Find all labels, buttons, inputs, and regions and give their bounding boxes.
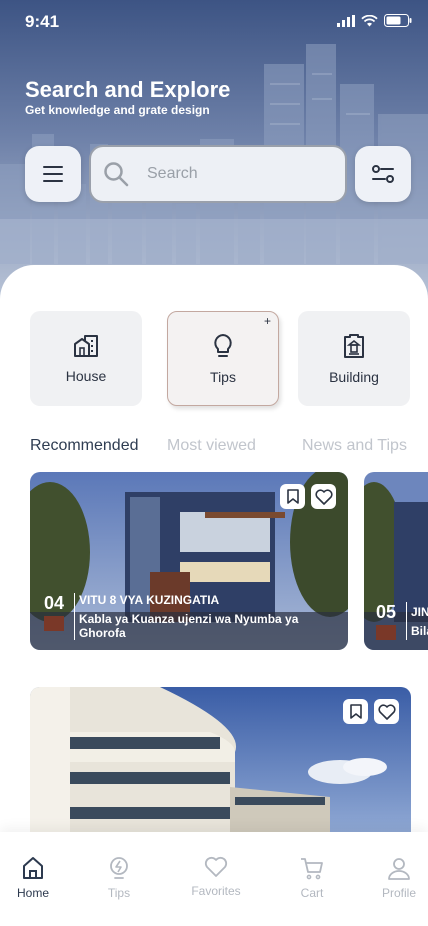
bottom-navigation: Home Tips Favorites Cart Profile <box>0 832 428 926</box>
bookmark-icon <box>349 704 362 719</box>
header-banner: 9:41 Search and Explore Get knowledge an… <box>0 0 428 300</box>
search-input[interactable] <box>147 165 327 183</box>
nav-cart[interactable]: Cart <box>282 856 342 900</box>
nav-profile[interactable]: Profile <box>369 856 428 900</box>
nav-label: Cart <box>300 886 324 900</box>
nav-tips[interactable]: Tips <box>89 856 149 900</box>
card-number: 04 <box>44 593 65 613</box>
heart-icon <box>377 703 396 720</box>
lightbulb-icon <box>214 333 232 357</box>
nav-label: Profile <box>381 886 416 900</box>
category-label: Building <box>329 368 379 385</box>
card-title: VITU 8 VYA KUZINGATIA <box>78 593 220 607</box>
favorite-button[interactable] <box>374 699 399 724</box>
wifi-icon <box>361 14 378 26</box>
heart-icon <box>314 488 333 505</box>
lightbulb-icon <box>110 857 128 879</box>
nav-label: Tips <box>107 886 131 900</box>
article-card[interactable]: 05 JIN Bila <box>364 472 428 650</box>
card-color-swatch <box>44 616 64 631</box>
category-label: Tips <box>210 368 236 385</box>
card-subtitle: Bila <box>411 623 428 638</box>
category-house[interactable]: House <box>30 311 142 406</box>
building-icon <box>344 333 364 358</box>
filter-button[interactable] <box>355 146 411 202</box>
profile-icon <box>388 858 410 880</box>
category-label: House <box>65 367 107 384</box>
tab-news-and-tips[interactable]: News and Tips <box>302 437 407 455</box>
status-bar: 9:41 <box>0 0 428 44</box>
status-time: 9:41 <box>25 12 60 31</box>
house-icon <box>74 334 98 357</box>
hamburger-menu-icon <box>43 166 63 182</box>
favorite-button[interactable] <box>311 484 336 509</box>
search-icon <box>104 162 129 187</box>
page-title: Search and Explore <box>25 77 231 102</box>
tab-recommended[interactable]: Recommended <box>30 437 139 455</box>
category-building[interactable]: Building <box>298 311 410 406</box>
search-bar[interactable] <box>89 145 347 203</box>
nav-home[interactable]: Home <box>3 856 63 900</box>
bookmark-button[interactable] <box>280 484 305 509</box>
article-card[interactable]: 04 VITU 8 VYA KUZINGATIA Kabla ya Kuanza… <box>30 472 348 650</box>
nav-label: Favorites <box>191 884 241 898</box>
heart-icon <box>204 856 228 877</box>
menu-button[interactable] <box>25 146 81 202</box>
page-subtitle: Get knowledge and grate design <box>25 103 210 117</box>
bookmark-icon <box>286 489 299 504</box>
filter-sliders-icon <box>372 165 394 183</box>
tab-most-viewed[interactable]: Most viewed <box>167 437 256 455</box>
card-title: JIN <box>411 604 428 619</box>
cart-icon <box>301 858 323 880</box>
card-subtitle: Kabla ya Kuanza ujenzi wa Nyumba ya Ghor… <box>78 612 299 640</box>
nav-favorites[interactable]: Favorites <box>186 856 246 898</box>
category-badge: + <box>263 314 271 328</box>
category-tips[interactable]: + Tips <box>167 311 279 406</box>
battery-icon <box>384 14 412 27</box>
home-icon <box>23 857 43 879</box>
cellular-signal-icon <box>337 14 355 27</box>
featured-card[interactable] <box>30 687 411 832</box>
card-color-swatch <box>376 625 396 640</box>
nav-label: Home <box>16 886 49 900</box>
card-number: 05 <box>376 602 397 622</box>
bookmark-button[interactable] <box>343 699 368 724</box>
